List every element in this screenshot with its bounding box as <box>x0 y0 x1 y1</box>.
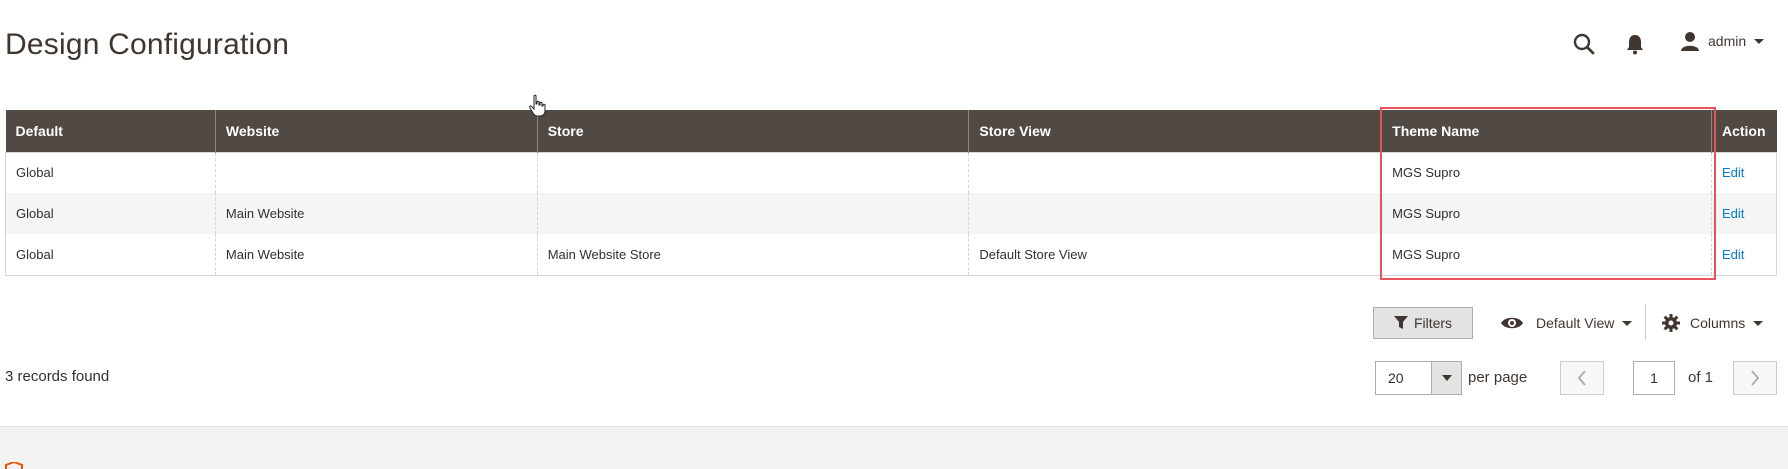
chevron-down-icon <box>1754 38 1765 44</box>
edit-link[interactable]: Edit <box>1722 165 1744 180</box>
cell-store-view <box>968 193 1382 234</box>
records-count: 3 records found <box>5 368 110 385</box>
next-page-button[interactable] <box>1733 361 1777 395</box>
cell-default: Global <box>16 246 54 262</box>
table-row: Global MGS Supro Edit <box>5 152 1777 193</box>
per-page-value: 20 <box>1388 370 1404 386</box>
columns-label: Columns <box>1690 315 1746 331</box>
cell-action: Edit <box>1710 234 1777 275</box>
footer <box>0 426 1788 469</box>
column-header-store-view[interactable]: Store View <box>968 110 1382 152</box>
column-header-theme-name[interactable]: Theme Name <box>1381 110 1712 152</box>
previous-page-button[interactable] <box>1560 361 1604 395</box>
table-row: Global Main Website Main Website Store D… <box>5 234 1777 275</box>
per-page-label: per page <box>1468 369 1528 386</box>
cell-theme-name: MGS Supro <box>1381 234 1712 275</box>
funnel-icon <box>1393 316 1408 329</box>
chevron-left-icon <box>1577 370 1586 386</box>
columns-button[interactable]: Columns <box>1662 310 1764 336</box>
search-icon[interactable] <box>1573 33 1595 55</box>
edit-link[interactable]: Edit <box>1722 247 1744 262</box>
per-page-select[interactable]: 20 <box>1375 361 1462 395</box>
cell-website <box>214 152 538 193</box>
user-icon <box>1681 32 1699 51</box>
caret-down-icon <box>1441 375 1452 381</box>
cell-action: Edit <box>1710 152 1777 193</box>
design-config-grid: Default Website Store Store View Theme N… <box>5 110 1777 276</box>
page-number-input[interactable]: 1 <box>1633 361 1675 395</box>
cell-store <box>536 152 969 193</box>
column-header-action: Action <box>1710 110 1777 152</box>
bell-icon[interactable] <box>1625 33 1645 55</box>
user-menu[interactable]: admin <box>1680 30 1765 52</box>
edit-link[interactable]: Edit <box>1722 206 1744 221</box>
cell-store <box>536 193 969 234</box>
view-label: Default View <box>1536 315 1615 331</box>
table-row: Global Main Website MGS Supro Edit <box>5 193 1777 234</box>
filters-button[interactable]: Filters <box>1373 307 1473 339</box>
page-title: Design Configuration <box>5 28 290 61</box>
chevron-right-icon <box>1751 370 1760 386</box>
per-page-toggle[interactable] <box>1431 362 1461 394</box>
column-header-store[interactable]: Store <box>536 110 969 152</box>
gear-icon <box>1662 314 1680 332</box>
cell-default: Global <box>16 206 54 221</box>
column-header-default[interactable]: Default <box>5 110 216 152</box>
toolbar-divider <box>1645 304 1646 340</box>
magento-logo-icon <box>5 462 23 469</box>
cell-action: Edit <box>1710 193 1777 234</box>
column-header-website[interactable]: Website <box>214 110 538 152</box>
cell-store-view: Default Store View <box>968 234 1382 275</box>
chevron-down-icon <box>1622 320 1633 326</box>
cell-theme-name: MGS Supro <box>1381 152 1712 193</box>
cell-default: Global <box>16 165 54 181</box>
cell-website: Main Website <box>214 193 538 234</box>
cell-website: Main Website <box>214 234 538 275</box>
eye-icon <box>1501 317 1523 329</box>
cell-store: Main Website Store <box>536 234 969 275</box>
page-total: of 1 <box>1688 369 1714 386</box>
user-label: admin <box>1708 33 1747 49</box>
hand-cursor-icon <box>529 94 546 117</box>
cell-theme-name: MGS Supro <box>1381 193 1712 234</box>
cell-store-view <box>968 152 1382 193</box>
chevron-down-icon <box>1753 320 1764 326</box>
view-switcher[interactable]: Default View <box>1500 310 1633 336</box>
filters-label: Filters <box>1413 315 1453 331</box>
